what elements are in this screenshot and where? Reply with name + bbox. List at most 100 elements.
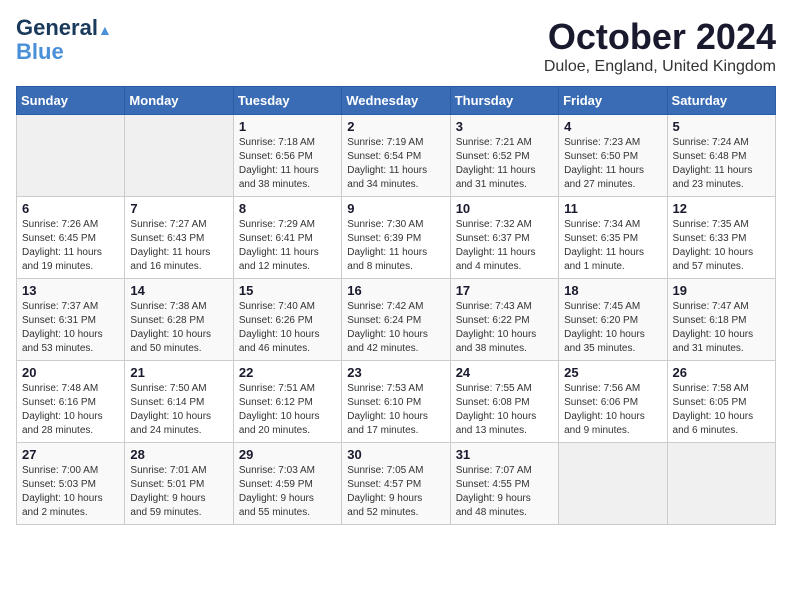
- day-number: 13: [22, 283, 119, 298]
- day-number: 27: [22, 447, 119, 462]
- calendar-cell: 27Sunrise: 7:00 AM Sunset: 5:03 PM Dayli…: [17, 443, 125, 525]
- day-number: 19: [673, 283, 770, 298]
- weekday-header: Tuesday: [233, 87, 341, 115]
- day-info: Sunrise: 7:50 AM Sunset: 6:14 PM Dayligh…: [130, 382, 227, 438]
- page-header: General▲ Blue October 2024 Duloe, Englan…: [16, 16, 776, 76]
- calendar-table: SundayMondayTuesdayWednesdayThursdayFrid…: [16, 86, 776, 525]
- day-info: Sunrise: 7:43 AM Sunset: 6:22 PM Dayligh…: [456, 300, 553, 356]
- day-number: 31: [456, 447, 553, 462]
- day-number: 16: [347, 283, 444, 298]
- day-info: Sunrise: 7:05 AM Sunset: 4:57 PM Dayligh…: [347, 464, 444, 520]
- calendar-cell: 29Sunrise: 7:03 AM Sunset: 4:59 PM Dayli…: [233, 443, 341, 525]
- calendar-cell: 17 Sunrise: 7:43 AM Sunset: 6:22 PM Dayli…: [450, 279, 558, 361]
- calendar-cell: 16Sunrise: 7:42 AM Sunset: 6:24 PM Dayli…: [342, 279, 450, 361]
- calendar-cell: 30 Sunrise: 7:05 AM Sunset: 4:57 PM Dayli…: [342, 443, 450, 525]
- day-number: 15: [239, 283, 336, 298]
- day-info: Sunrise: 7:47 AM Sunset: 6:18 PM Dayligh…: [673, 300, 770, 356]
- day-number: 29: [239, 447, 336, 462]
- location-title: Duloe, England, United Kingdom: [544, 58, 776, 76]
- calendar-cell: 19 Sunrise: 7:47 AM Sunset: 6:18 PM Dayli…: [667, 279, 775, 361]
- day-number: 6: [22, 201, 119, 216]
- day-number: 26: [673, 365, 770, 380]
- day-number: 23: [347, 365, 444, 380]
- day-info: Sunrise: 7:35 AM Sunset: 6:33 PM Dayligh…: [673, 218, 770, 274]
- logo-blue: Blue: [16, 40, 112, 64]
- calendar-cell: 21Sunrise: 7:50 AM Sunset: 6:14 PM Dayli…: [125, 361, 233, 443]
- day-info: Sunrise: 7:01 AM Sunset: 5:01 PM Dayligh…: [130, 464, 227, 520]
- day-info: Sunrise: 7:27 AM Sunset: 6:43 PM Dayligh…: [130, 218, 227, 274]
- day-number: 2: [347, 119, 444, 134]
- day-number: 18: [564, 283, 661, 298]
- calendar-cell: 26 Sunrise: 7:58 AM Sunset: 6:05 PM Dayli…: [667, 361, 775, 443]
- day-info: Sunrise: 7:34 AM Sunset: 6:35 PM Dayligh…: [564, 218, 661, 274]
- weekday-header: Friday: [559, 87, 667, 115]
- calendar-cell: 6 Sunrise: 7:26 AM Sunset: 6:45 PM Daylig…: [17, 197, 125, 279]
- day-info: Sunrise: 7:26 AM Sunset: 6:45 PM Dayligh…: [22, 218, 119, 274]
- calendar-cell: 8 Sunrise: 7:29 AM Sunset: 6:41 PM Daylig…: [233, 197, 341, 279]
- calendar-cell: 23 Sunrise: 7:53 AM Sunset: 6:10 PM Dayli…: [342, 361, 450, 443]
- calendar-cell: 12 Sunrise: 7:35 AM Sunset: 6:33 PM Dayli…: [667, 197, 775, 279]
- day-info: Sunrise: 7:30 AM Sunset: 6:39 PM Dayligh…: [347, 218, 444, 274]
- calendar-cell: 1 Sunrise: 7:18 AM Sunset: 6:56 PM Daylig…: [233, 115, 341, 197]
- day-number: 3: [456, 119, 553, 134]
- calendar-cell: 15 Sunrise: 7:40 AM Sunset: 6:26 PM Dayli…: [233, 279, 341, 361]
- calendar-cell: 31Sunrise: 7:07 AM Sunset: 4:55 PM Dayli…: [450, 443, 558, 525]
- day-info: Sunrise: 7:55 AM Sunset: 6:08 PM Dayligh…: [456, 382, 553, 438]
- calendar-cell: 13 Sunrise: 7:37 AM Sunset: 6:31 PM Dayli…: [17, 279, 125, 361]
- calendar-cell: 2Sunrise: 7:19 AM Sunset: 6:54 PM Daylig…: [342, 115, 450, 197]
- day-number: 11: [564, 201, 661, 216]
- calendar-cell: [667, 443, 775, 525]
- calendar-cell: 28 Sunrise: 7:01 AM Sunset: 5:01 PM Dayli…: [125, 443, 233, 525]
- day-info: Sunrise: 7:38 AM Sunset: 6:28 PM Dayligh…: [130, 300, 227, 356]
- day-number: 1: [239, 119, 336, 134]
- calendar-cell: 9 Sunrise: 7:30 AM Sunset: 6:39 PM Daylig…: [342, 197, 450, 279]
- logo: General▲ Blue: [16, 16, 112, 64]
- day-number: 20: [22, 365, 119, 380]
- calendar-cell: 5Sunrise: 7:24 AM Sunset: 6:48 PM Daylig…: [667, 115, 775, 197]
- weekday-header: Monday: [125, 87, 233, 115]
- day-info: Sunrise: 7:45 AM Sunset: 6:20 PM Dayligh…: [564, 300, 661, 356]
- calendar-week-row: 27Sunrise: 7:00 AM Sunset: 5:03 PM Dayli…: [17, 443, 776, 525]
- day-info: Sunrise: 7:37 AM Sunset: 6:31 PM Dayligh…: [22, 300, 119, 356]
- day-number: 10: [456, 201, 553, 216]
- calendar-cell: 4Sunrise: 7:23 AM Sunset: 6:50 PM Daylig…: [559, 115, 667, 197]
- weekday-header: Thursday: [450, 87, 558, 115]
- calendar-cell: 18 Sunrise: 7:45 AM Sunset: 6:20 PM Dayli…: [559, 279, 667, 361]
- calendar-week-row: 13 Sunrise: 7:37 AM Sunset: 6:31 PM Dayli…: [17, 279, 776, 361]
- calendar-week-row: 20 Sunrise: 7:48 AM Sunset: 6:16 PM Dayli…: [17, 361, 776, 443]
- calendar-title-area: October 2024 Duloe, England, United King…: [544, 16, 776, 76]
- day-number: 24: [456, 365, 553, 380]
- calendar-cell: 10Sunrise: 7:32 AM Sunset: 6:37 PM Dayli…: [450, 197, 558, 279]
- calendar-cell: 14 Sunrise: 7:38 AM Sunset: 6:28 PM Dayli…: [125, 279, 233, 361]
- calendar-cell: 7Sunrise: 7:27 AM Sunset: 6:43 PM Daylig…: [125, 197, 233, 279]
- day-number: 28: [130, 447, 227, 462]
- day-info: Sunrise: 7:48 AM Sunset: 6:16 PM Dayligh…: [22, 382, 119, 438]
- day-info: Sunrise: 7:24 AM Sunset: 6:48 PM Dayligh…: [673, 136, 770, 192]
- day-info: Sunrise: 7:58 AM Sunset: 6:05 PM Dayligh…: [673, 382, 770, 438]
- calendar-cell: [559, 443, 667, 525]
- weekday-header: Saturday: [667, 87, 775, 115]
- day-number: 30: [347, 447, 444, 462]
- day-info: Sunrise: 7:21 AM Sunset: 6:52 PM Dayligh…: [456, 136, 553, 192]
- day-number: 9: [347, 201, 444, 216]
- day-info: Sunrise: 7:29 AM Sunset: 6:41 PM Dayligh…: [239, 218, 336, 274]
- calendar-cell: 20 Sunrise: 7:48 AM Sunset: 6:16 PM Dayli…: [17, 361, 125, 443]
- calendar-cell: 3 Sunrise: 7:21 AM Sunset: 6:52 PM Daylig…: [450, 115, 558, 197]
- calendar-week-row: 6 Sunrise: 7:26 AM Sunset: 6:45 PM Daylig…: [17, 197, 776, 279]
- calendar-week-row: 1 Sunrise: 7:18 AM Sunset: 6:56 PM Daylig…: [17, 115, 776, 197]
- day-info: Sunrise: 7:51 AM Sunset: 6:12 PM Dayligh…: [239, 382, 336, 438]
- calendar-cell: 22Sunrise: 7:51 AM Sunset: 6:12 PM Dayli…: [233, 361, 341, 443]
- day-number: 17: [456, 283, 553, 298]
- day-info: Sunrise: 7:40 AM Sunset: 6:26 PM Dayligh…: [239, 300, 336, 356]
- day-number: 14: [130, 283, 227, 298]
- day-number: 12: [673, 201, 770, 216]
- weekday-header: Sunday: [17, 87, 125, 115]
- calendar-cell: 24 Sunrise: 7:55 AM Sunset: 6:08 PM Dayli…: [450, 361, 558, 443]
- logo-general: General: [16, 15, 98, 40]
- day-info: Sunrise: 7:53 AM Sunset: 6:10 PM Dayligh…: [347, 382, 444, 438]
- weekday-header-row: SundayMondayTuesdayWednesdayThursdayFrid…: [17, 87, 776, 115]
- day-info: Sunrise: 7:18 AM Sunset: 6:56 PM Dayligh…: [239, 136, 336, 192]
- day-info: Sunrise: 7:56 AM Sunset: 6:06 PM Dayligh…: [564, 382, 661, 438]
- day-number: 8: [239, 201, 336, 216]
- weekday-header: Wednesday: [342, 87, 450, 115]
